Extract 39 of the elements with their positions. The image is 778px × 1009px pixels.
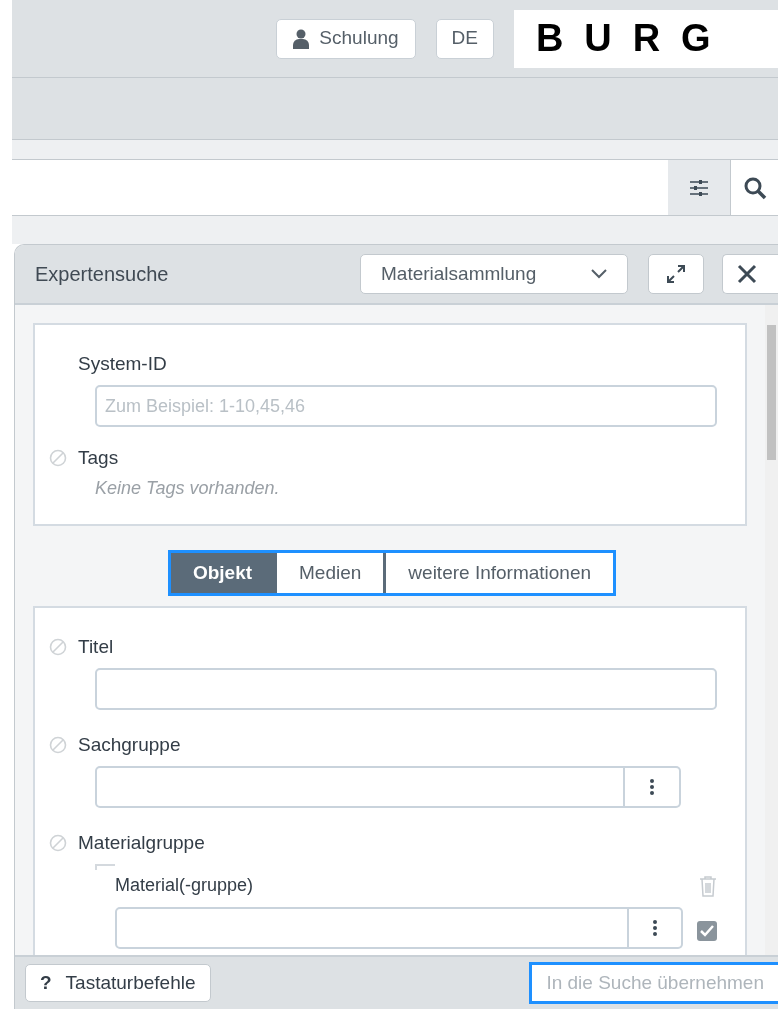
collection-select[interactable]: Materialsammlung [360,254,628,294]
empty-note: Keine Tags vorhanden. [95,477,281,500]
text-field[interactable] [115,907,629,949]
help-key: ? [40,968,52,998]
field-label: Titel [78,634,114,659]
filter-button[interactable] [668,160,730,215]
field-label: System-ID [78,351,167,376]
search-icon [743,175,767,200]
field-label: Sachgruppe [78,732,181,757]
field-label: Materialgruppe [78,830,205,855]
keyboard-shortcuts-button[interactable]: ? Tastaturbefehle [25,964,211,1002]
text-field[interactable] [95,668,717,710]
language-button[interactable]: DE [435,18,494,59]
expand-button[interactable] [648,254,704,294]
chevron-down-icon [591,269,607,279]
trash-icon[interactable] [699,874,717,897]
more-icon [653,920,657,936]
checkbox[interactable] [697,921,717,941]
more-button[interactable] [625,766,681,808]
close-icon [737,264,757,284]
more-button[interactable] [629,907,683,949]
clear-icon[interactable] [49,834,67,852]
field-label: Material(-gruppe) [115,874,254,897]
text-field[interactable] [95,766,625,808]
user-icon [293,28,310,49]
field-label: Tags [78,445,119,470]
expand-icon [665,263,687,285]
tab[interactable]: Objekt [170,553,275,593]
user-button[interactable]: Schulung [276,18,416,59]
clear-icon[interactable] [49,449,67,467]
more-icon [650,779,654,795]
close-button[interactable] [722,254,778,294]
logo: BURG [514,9,778,68]
panel-title: Expertensuche [35,262,170,287]
text-field[interactable]: Zum Beispiel: 1-10,45,46 [95,385,717,427]
check-icon [700,925,714,937]
settings-icon [689,178,709,197]
clear-icon[interactable] [49,638,67,656]
clear-icon[interactable] [49,736,67,754]
